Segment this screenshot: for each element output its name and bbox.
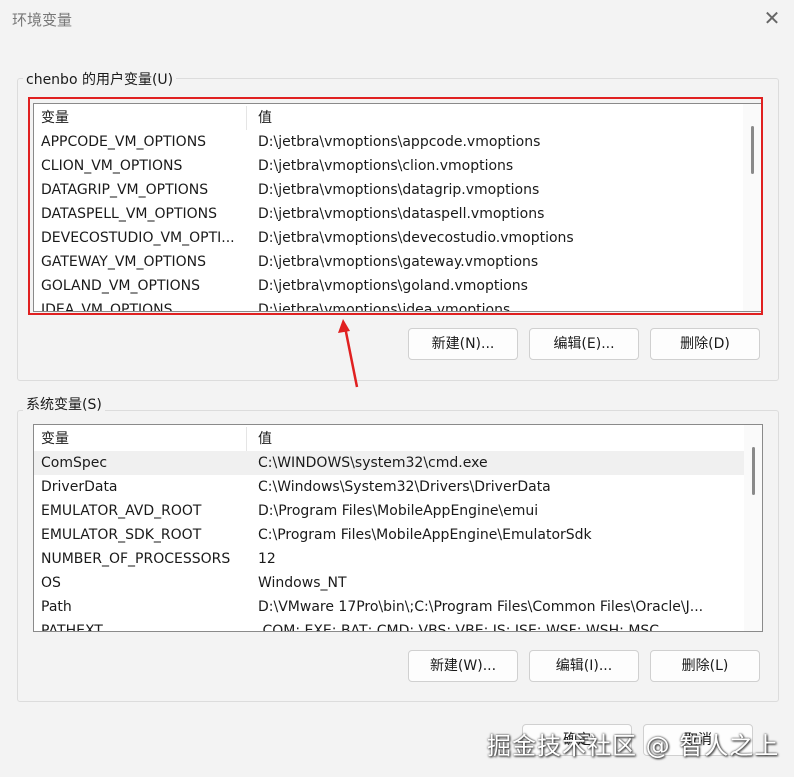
variable-name: EMULATOR_SDK_ROOT bbox=[41, 527, 202, 543]
table-row[interactable]: PATHEXT .COM;.EXE;.BAT;.CMD;.VBS;.VBE;.JS… bbox=[34, 619, 762, 632]
variable-value: D:\Program Files\MobileAppEngine\emui bbox=[258, 503, 539, 519]
table-row[interactable]: NUMBER_OF_PROCESSORS 12 bbox=[34, 547, 762, 571]
system-delete-button[interactable]: 删除(L) bbox=[650, 650, 760, 682]
column-header[interactable]: 变量值 bbox=[34, 427, 762, 451]
user-new-button[interactable]: 新建(N)... bbox=[408, 328, 518, 360]
scrollbar-thumb[interactable] bbox=[752, 447, 755, 495]
variable-name: DriverData bbox=[41, 479, 118, 495]
close-icon[interactable]: ✕ bbox=[762, 6, 782, 30]
variable-name: 变量 bbox=[41, 427, 247, 451]
system-variables-list[interactable]: PATHEXT .COM;.EXE;.BAT;.CMD;.VBS;.VBE;.JS… bbox=[33, 424, 763, 632]
variable-name: EMULATOR_AVD_ROOT bbox=[41, 503, 202, 519]
variable-value: 12 bbox=[258, 551, 276, 567]
variable-name: PATHEXT bbox=[41, 623, 103, 632]
variable-name: OS bbox=[41, 575, 61, 591]
table-row[interactable]: EMULATOR_SDK_ROOT C:\Program Files\Mobile… bbox=[34, 523, 762, 547]
table-row[interactable]: ComSpec C:\WINDOWS\system32\cmd.exe bbox=[34, 451, 762, 475]
variable-value: C:\Program Files\MobileAppEngine\Emulato… bbox=[258, 527, 592, 543]
table-row[interactable]: EMULATOR_AVD_ROOT D:\Program Files\Mobile… bbox=[34, 499, 762, 523]
variable-value: Windows_NT bbox=[258, 575, 347, 591]
user-variables-label: chenbo 的用户变量(U) bbox=[23, 69, 177, 89]
watermark: 掘金技术社区 @ 智人之上 bbox=[487, 732, 780, 760]
variable-name: ComSpec bbox=[41, 455, 108, 471]
variable-value: 值 bbox=[258, 431, 272, 447]
annotation-arrow-icon bbox=[338, 319, 359, 388]
table-row[interactable]: Path D:\VMware 17Pro\bin\;C:\Program File… bbox=[34, 595, 762, 619]
window-title: 环境变量 bbox=[12, 11, 73, 29]
variable-value: .COM;.EXE;.BAT;.CMD;.VBS;.VBE;.JS;.JSE;.… bbox=[258, 623, 660, 632]
variable-value: C:\WINDOWS\system32\cmd.exe bbox=[258, 455, 488, 471]
variable-name: NUMBER_OF_PROCESSORS bbox=[41, 551, 231, 567]
annotation-highlight-box bbox=[28, 97, 763, 315]
system-variables-label: 系统变量(S) bbox=[23, 394, 105, 414]
table-row[interactable]: OS Windows_NT bbox=[34, 571, 762, 595]
variable-value: C:\Windows\System32\Drivers\DriverData bbox=[258, 479, 551, 495]
system-new-button[interactable]: 新建(W)... bbox=[408, 650, 518, 682]
table-row[interactable]: DriverData C:\Windows\System32\Drivers\Dr… bbox=[34, 475, 762, 499]
system-edit-button[interactable]: 编辑(I)... bbox=[529, 650, 639, 682]
scrollbar[interactable] bbox=[744, 425, 762, 631]
user-edit-button[interactable]: 编辑(E)... bbox=[529, 328, 639, 360]
user-delete-button[interactable]: 删除(D) bbox=[650, 328, 760, 360]
variable-value: D:\VMware 17Pro\bin\;C:\Program Files\Co… bbox=[258, 599, 704, 615]
variable-name: Path bbox=[41, 599, 72, 615]
